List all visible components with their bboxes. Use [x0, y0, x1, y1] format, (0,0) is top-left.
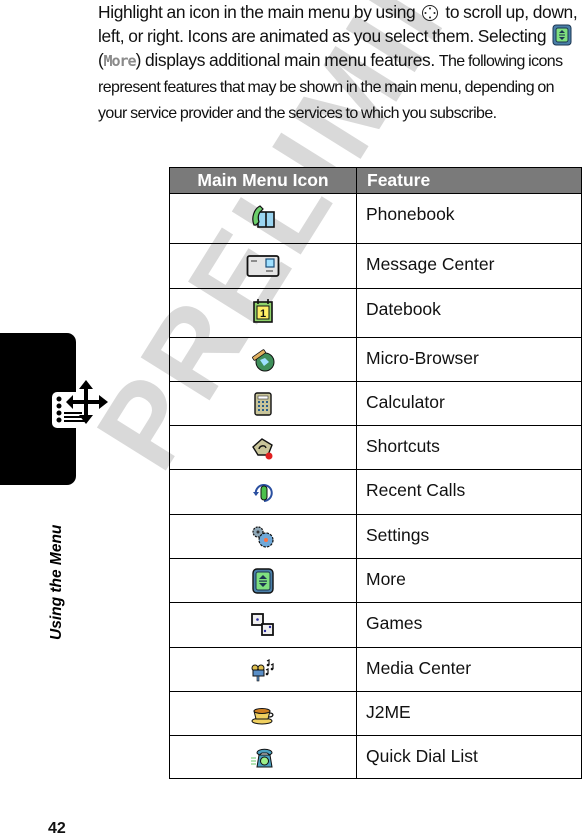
feature-label: Settings [356, 514, 582, 559]
media-center-icon [251, 659, 274, 682]
feature-label: Recent Calls [356, 469, 582, 515]
feature-label: Quick Dial List [356, 735, 582, 779]
menu-navigation-icon [52, 380, 108, 428]
table-row: Recent Calls [169, 469, 582, 515]
main-menu-icons-table: Main Menu Icon Feature Phonebook Message… [169, 167, 582, 779]
datebook-icon: 1 [253, 299, 273, 323]
j2me-icon [251, 708, 274, 725]
navigation-key-icon [422, 5, 439, 21]
phonebook-icon [252, 205, 275, 228]
settings-icon [252, 526, 274, 548]
feature-label: Phonebook [356, 193, 582, 244]
games-icon [251, 613, 274, 636]
more-icon [552, 24, 572, 46]
feature-label: Message Center [356, 243, 582, 289]
feature-label: J2ME [356, 691, 582, 736]
intro-paragraph: Highlight an icon in the main menu by us… [98, 2, 578, 122]
table-row: Calculator [169, 381, 582, 426]
more-icon [252, 568, 274, 594]
column-header-feature: Feature [356, 167, 582, 194]
table-row: Phonebook [169, 193, 582, 244]
table-row: J2ME [169, 691, 582, 736]
more-code-label: More [103, 52, 136, 70]
table-row: Games [169, 602, 582, 648]
recent-calls-icon [253, 484, 273, 502]
table-row: More [169, 558, 582, 603]
quick-dial-list-icon [251, 748, 273, 768]
feature-label: Shortcuts [356, 425, 582, 470]
shortcuts-icon [252, 438, 273, 460]
feature-label: More [356, 558, 582, 603]
message-center-icon [246, 255, 280, 277]
feature-label: Games [356, 602, 582, 648]
table-row: Message Center [169, 243, 582, 289]
column-header-icon: Main Menu Icon [169, 167, 357, 194]
feature-label: Datebook [356, 288, 582, 338]
table-row: Settings [169, 514, 582, 559]
feature-label: Calculator [356, 381, 582, 426]
feature-label: Media Center [356, 647, 582, 692]
intro-text-1: Highlight an icon in the main menu by us… [98, 2, 416, 22]
table-row: Micro-Browser [169, 337, 582, 382]
section-label: Using the Menu [48, 524, 65, 640]
table-header-row: Main Menu Icon Feature [169, 167, 582, 194]
table-row: Media Center [169, 647, 582, 692]
intro-text-3: displays additional main menu features. [145, 50, 435, 70]
feature-label: Micro-Browser [356, 337, 582, 382]
table-row: Quick Dial List [169, 735, 582, 779]
micro-browser-icon [252, 349, 275, 372]
svg-text:1: 1 [260, 308, 266, 320]
table-row: 1 Datebook [169, 288, 582, 338]
table-row: Shortcuts [169, 425, 582, 470]
calculator-icon [254, 392, 272, 416]
page-number: 42 [48, 820, 66, 837]
